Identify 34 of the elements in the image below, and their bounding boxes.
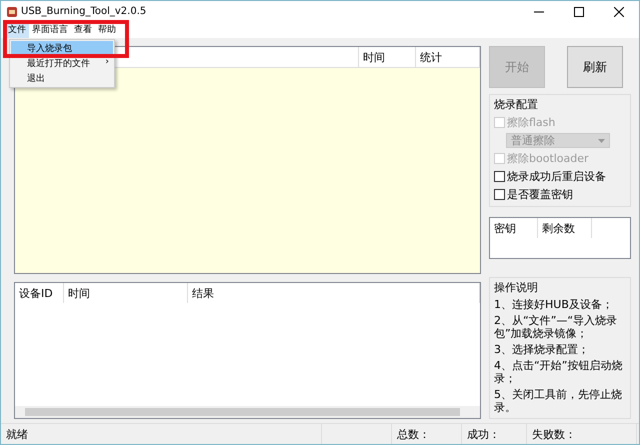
column-header[interactable]: 密钥 — [490, 218, 538, 238]
success-count: 成功： — [462, 424, 527, 444]
column-header[interactable]: 时间 — [64, 283, 188, 303]
dropdown-caret-icon — [598, 138, 605, 142]
failed-count: 失败数： — [527, 424, 637, 444]
column-header[interactable]: 统计 — [416, 47, 480, 67]
result-list[interactable]: 设备ID 时间 结果 — [14, 282, 481, 419]
column-header[interactable]: 剩余数 — [538, 218, 592, 238]
maximize-icon — [574, 6, 584, 16]
status-text: 就绪 — [1, 424, 322, 444]
group-title: 操作说明 — [494, 280, 539, 295]
column-header[interactable]: 时间 — [359, 47, 416, 67]
checkbox-option[interactable]: 烧录成功后重启设备 — [494, 169, 626, 184]
instruction-text: 1、连接好HUB及设备； — [494, 298, 614, 311]
instruction-text: 4、点击“开始”按钮启动烧录； — [494, 359, 624, 385]
instruction-text: 5、关闭工具前，先停止烧录。 — [494, 388, 623, 414]
instruction-text: 2、从“文件”—“导入烧录包”加载烧录镜像； — [494, 314, 618, 340]
horizontal-scrollbar[interactable] — [15, 406, 480, 418]
refresh-button[interactable]: 刷新 — [567, 46, 623, 88]
column-header[interactable]: 设备ID — [15, 283, 64, 303]
total-count: 总数： — [392, 424, 462, 444]
column-header[interactable]: 结果 — [188, 283, 480, 303]
window-title: USB_Burning_Tool_v2.0.5 — [21, 5, 148, 18]
menu-entry[interactable]: 退出 — [11, 71, 113, 86]
menu-item[interactable]: 帮助 — [95, 22, 119, 38]
menu-entry[interactable]: 最近打开的文件 › — [11, 56, 113, 71]
instruction-text: 3、选择烧录配置； — [494, 343, 590, 356]
menu-item[interactable]: 界面语言 — [29, 22, 71, 38]
menu-item[interactable]: 查看 — [71, 22, 95, 38]
app-icon — [7, 6, 17, 16]
key-list[interactable]: 密钥 剩余数 — [489, 217, 631, 259]
close-icon — [614, 6, 624, 16]
checkbox-option[interactable]: 是否覆盖密钥 — [494, 187, 626, 202]
group-title: 烧录配置 — [494, 97, 539, 112]
